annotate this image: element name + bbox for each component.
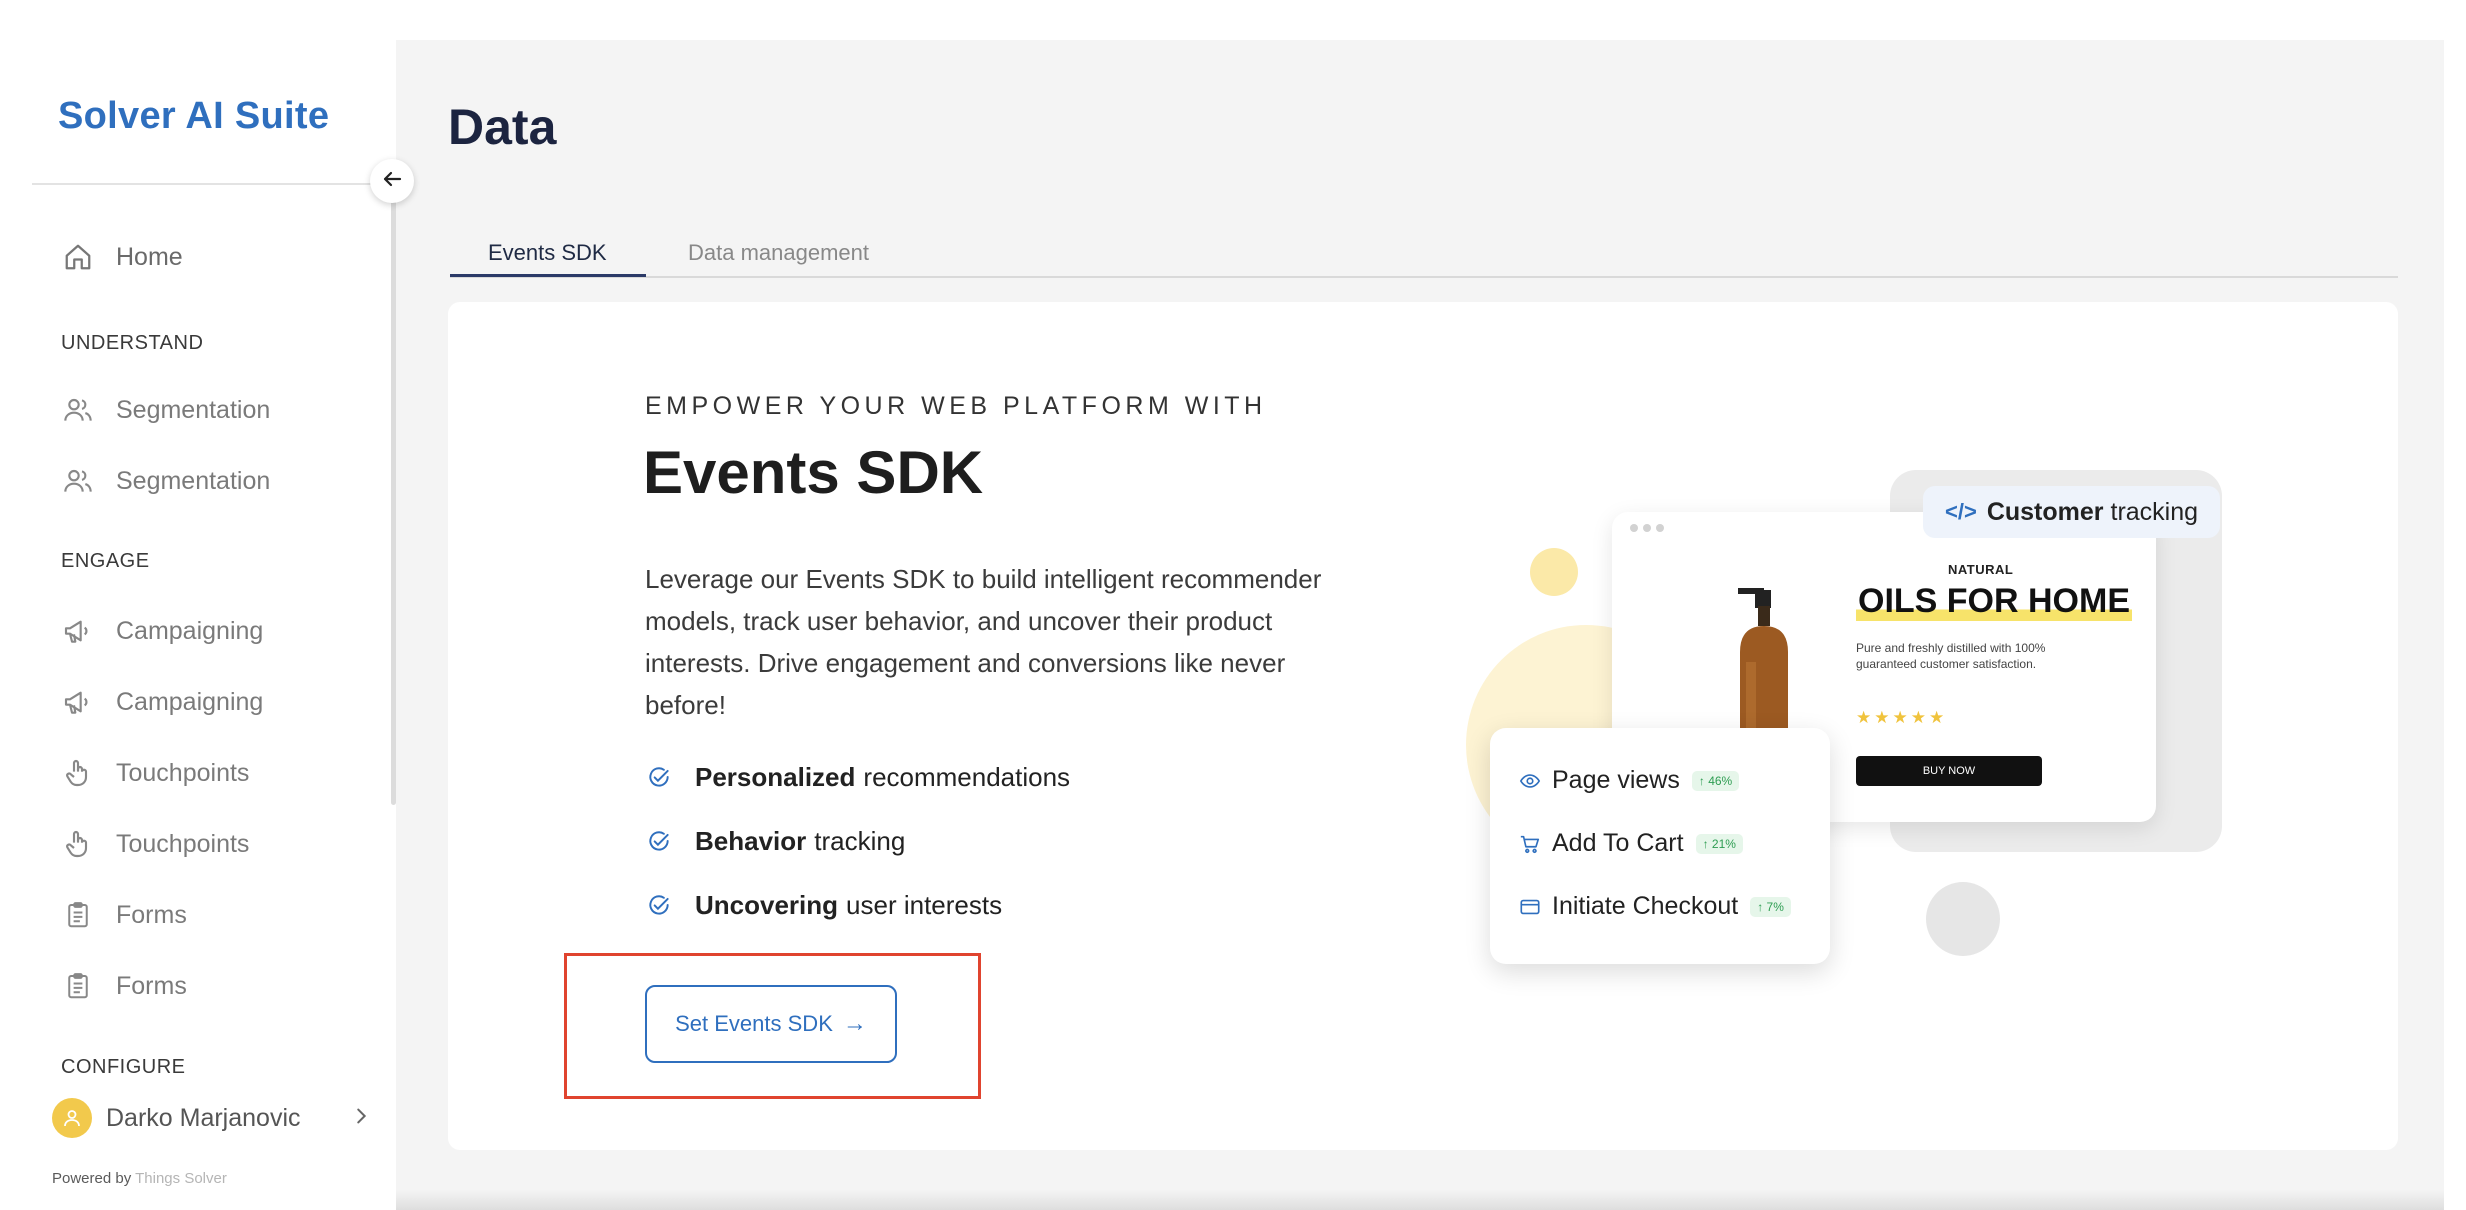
tab-events-sdk[interactable]: Events SDK xyxy=(488,240,607,266)
sidebar-item-segmentation[interactable]: Segmentation xyxy=(60,386,270,434)
user-name: Darko Marjanovic xyxy=(106,1103,301,1132)
sidebar-item-campaigning[interactable]: Campaigning xyxy=(60,678,263,726)
feature-bold: Behavior xyxy=(695,826,807,856)
metric-initiate-checkout: Initiate Checkout ↑ 7% xyxy=(1518,892,1791,921)
powered-prefix: Powered by xyxy=(52,1170,132,1187)
sidebar-item-label: Segmentation xyxy=(116,395,271,424)
arrow-right-icon: → xyxy=(842,1010,867,1037)
decorative-circle-grey xyxy=(1926,882,2000,956)
home-icon xyxy=(60,239,96,275)
sidebar-item-label: Campaigning xyxy=(116,687,264,716)
brand-logo[interactable]: Solver AI Suite xyxy=(58,95,329,138)
feature-bullet: Behavior tracking xyxy=(645,826,905,857)
metric-label: Page views xyxy=(1552,766,1680,794)
metric-page-views: Page views ↑ 46% xyxy=(1518,766,1740,795)
users-icon xyxy=(60,392,96,428)
sidebar-item-touchpoints[interactable]: Touchpoints xyxy=(60,749,249,797)
powered-by: Powered by Things Solver xyxy=(52,1170,227,1187)
product-headline: OILS FOR HOME xyxy=(1856,582,2132,621)
brand-divider xyxy=(32,183,372,185)
check-circle-icon xyxy=(645,828,673,856)
metric-change-badge: ↑ 7% xyxy=(1750,896,1791,917)
avatar xyxy=(52,1098,92,1138)
feature-bullet: Personalized recommendations xyxy=(645,762,1070,793)
tab-bar: Events SDK Data management xyxy=(450,228,2398,278)
section-header-engage: ENGAGE xyxy=(61,550,150,572)
sidebar-item-label: Forms xyxy=(116,971,187,1000)
metric-label: Add To Cart xyxy=(1552,829,1684,857)
metric-label: Initiate Checkout xyxy=(1552,892,1739,920)
cta-label: Set Events SDK xyxy=(675,1011,833,1036)
pointer-hand-icon xyxy=(60,826,96,862)
bottom-fade xyxy=(396,1190,2444,1210)
sidebar-item-label: Forms xyxy=(116,900,187,929)
hero-description: Leverage our Events SDK to build intelli… xyxy=(645,564,1322,720)
cart-icon xyxy=(1518,832,1542,856)
metric-change-badge: ↑ 21% xyxy=(1695,833,1743,854)
code-icon: </> xyxy=(1945,499,1977,524)
feature-bullet: Uncovering user interests xyxy=(645,890,1002,921)
eye-icon xyxy=(1518,769,1542,793)
megaphone-icon xyxy=(60,684,96,720)
feature-bold: Uncovering xyxy=(695,890,839,920)
customer-tracking-chip: </> Customer tracking xyxy=(1923,486,2221,538)
collapse-sidebar-button[interactable] xyxy=(370,159,414,203)
metric-add-to-cart: Add To Cart ↑ 21% xyxy=(1518,829,1743,858)
users-icon xyxy=(60,463,96,499)
active-tab-indicator xyxy=(450,274,646,277)
sidebar-item-label: Segmentation xyxy=(116,466,271,495)
user-menu[interactable]: Darko Marjanovic xyxy=(52,1098,372,1138)
chip-text: tracking xyxy=(2110,497,2199,526)
metrics-card: Page views ↑ 46% Add To Cart ↑ 21% Initi… xyxy=(1490,728,1830,964)
sidebar-item-home[interactable]: Home xyxy=(60,233,183,281)
sidebar-item-touchpoints[interactable]: Touchpoints xyxy=(60,820,249,868)
star-rating: ★★★★★ xyxy=(1856,708,1948,727)
chip-bold: Customer xyxy=(1986,497,2104,526)
check-circle-icon xyxy=(645,892,673,920)
sidebar-item-label: Home xyxy=(116,242,183,271)
pointer-hand-icon xyxy=(60,755,96,791)
sidebar-item-label: Touchpoints xyxy=(116,758,250,787)
decorative-dot xyxy=(1530,548,1578,596)
feature-bold: Personalized xyxy=(695,762,856,792)
sidebar-item-segmentation[interactable]: Segmentation xyxy=(60,457,270,505)
hero-eyebrow: EMPOWER YOUR WEB PLATFORM WITH xyxy=(645,392,1267,420)
sidebar-item-label: Campaigning xyxy=(116,616,264,645)
feature-text: user interests xyxy=(846,890,1003,920)
check-circle-icon xyxy=(645,764,673,792)
credit-card-icon xyxy=(1518,895,1542,919)
powered-brand[interactable]: Things Solver xyxy=(135,1170,227,1187)
product-eyebrow: NATURAL xyxy=(1948,562,2014,577)
product-description: Pure and freshly distilled with 100% gua… xyxy=(1856,641,2046,671)
clipboard-icon xyxy=(60,968,96,1004)
section-header-configure: CONFIGURE xyxy=(61,1056,186,1078)
hero-title: Events SDK xyxy=(643,439,984,506)
clipboard-icon xyxy=(60,897,96,933)
sidebar-item-forms[interactable]: Forms xyxy=(60,962,187,1010)
metric-change-badge: ↑ 46% xyxy=(1691,770,1740,791)
section-header-understand: UNDERSTAND xyxy=(61,332,204,354)
feature-text: recommendations xyxy=(863,762,1071,792)
sidebar-item-forms[interactable]: Forms xyxy=(60,891,187,939)
feature-text: tracking xyxy=(814,826,906,856)
sidebar-item-label: Touchpoints xyxy=(116,829,250,858)
sidebar: Solver AI Suite Home UNDERSTAND Segmenta… xyxy=(0,0,395,1210)
window-dots xyxy=(1630,524,1664,532)
chevron-right-icon xyxy=(350,1105,372,1132)
buy-now-button: BUY NOW xyxy=(1856,756,2042,786)
set-events-sdk-button[interactable]: Set Events SDK → xyxy=(645,985,897,1063)
arrow-left-icon xyxy=(380,167,404,196)
tab-data-management[interactable]: Data management xyxy=(688,240,869,266)
megaphone-icon xyxy=(60,613,96,649)
sidebar-item-campaigning[interactable]: Campaigning xyxy=(60,607,263,655)
page-title: Data xyxy=(448,99,557,155)
